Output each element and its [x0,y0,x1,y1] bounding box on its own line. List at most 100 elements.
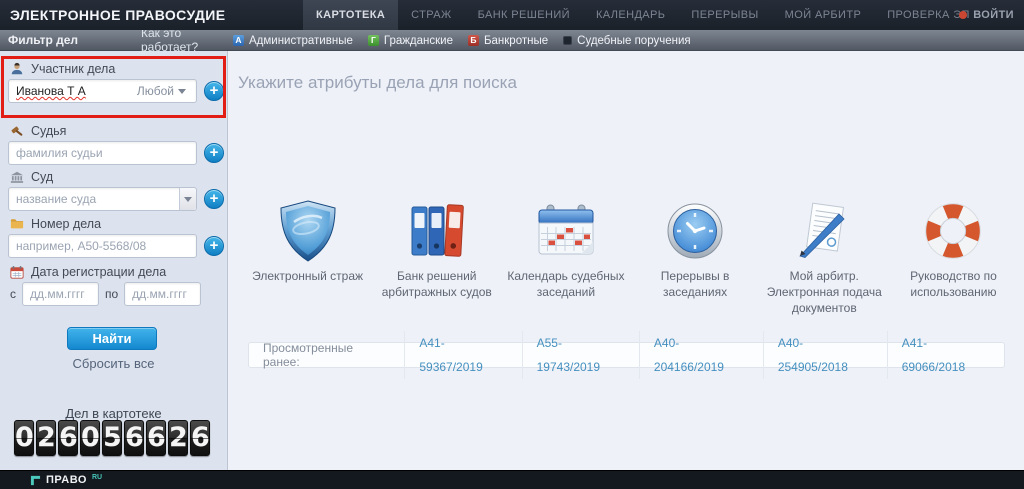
main-content: Укажите атрибуты дела для поиска [229,51,1024,470]
search-filters-sidebar: Участник дела Иванова Т А Любой + Судья … [0,51,228,470]
reg-date-section-label: Дата регистрации дела [10,265,166,279]
select-arrow[interactable] [179,188,196,210]
pravo-ru-logo[interactable]: ПРАВО RU [30,474,102,486]
case-counter-label: Дел в картотеке [0,406,227,421]
reset-all-link[interactable]: Сбросить все [0,356,227,371]
judge-row: + [8,141,224,165]
app-window: ЭЛЕКТРОННОЕ ПРАВОСУДИЕ КАРТОТЕКА СТРАЖ Б… [0,0,1024,489]
service-court-calendar[interactable]: Календарь судебных заседаний [501,199,630,317]
find-button[interactable]: Найти [67,327,157,350]
court-orders-badge-icon [563,36,572,45]
court-select[interactable]: название суда [8,187,197,211]
case-number-row: + [8,234,224,258]
footer-brand-suffix: RU [92,474,102,481]
counter-digit: 6 [190,420,210,456]
pravo-logo-icon [30,475,41,486]
participant-row: Иванова Т А Любой + [8,79,224,103]
case-number-section-label: Номер дела [10,217,101,231]
filter-bar: Фильтр дел Как это работает? А Администр… [0,30,1024,51]
participant-value[interactable]: Иванова Т А [16,84,137,98]
counter-digit: 0 [80,420,100,456]
counter-digit: 0 [14,420,34,456]
category-court-orders[interactable]: Судебные поручения [563,35,690,47]
service-label: Мой арбитр. Электронная подача документо… [760,268,889,317]
counter-digit: 2 [36,420,56,456]
tab-bank-resheniy[interactable]: БАНК РЕШЕНИЙ [465,0,583,30]
court-add-button[interactable]: + [204,189,224,209]
service-label: Календарь судебных заседаний [501,268,630,300]
gavel-icon [10,124,24,138]
how-it-works-link[interactable]: Как это работает? [141,26,233,54]
recent-case-link[interactable]: А40-204166/2019 [639,331,763,379]
counter-digit: 5 [102,420,122,456]
case-number-input[interactable] [8,234,197,258]
participant-type-dropdown[interactable]: Любой [137,84,186,98]
service-session-breaks[interactable]: Перерывы в заседаниях [631,199,760,317]
case-category-tabs: А Административные Г Гражданские Б Банкр… [233,30,691,51]
recent-case-link[interactable]: А40-254905/2018 [763,331,887,379]
recent-case-link[interactable]: А41-69066/2018 [887,331,1004,379]
court-section-label: Суд [10,170,53,184]
case-counter: 0 2 6 0 5 6 6 2 6 [14,420,210,456]
recently-viewed-bar: Просмотренные ранее: А41-59367/2019 А55-… [248,342,1005,368]
category-civil[interactable]: Г Гражданские [368,35,453,47]
civil-badge-icon: Г [368,35,379,46]
bankruptcy-badge-icon: Б [468,35,479,46]
counter-digit: 6 [58,420,78,456]
date-to-input[interactable] [124,282,201,306]
judge-input[interactable] [8,141,197,165]
category-bankruptcy[interactable]: Б Банкротные [468,35,548,47]
page-title: Укажите атрибуты дела для поиска [238,73,517,93]
judge-add-button[interactable]: + [204,143,224,163]
tab-strazh[interactable]: СТРАЖ [398,0,464,30]
app-title: ЭЛЕКТРОННОЕ ПРАВОСУДИЕ [10,0,225,30]
date-from-label: с [10,287,16,301]
footer-bar: ПРАВО RU [0,470,1024,489]
tab-pereryvy[interactable]: ПЕРЕРЫВЫ [678,0,771,30]
service-my-arbitr[interactable]: Мой арбитр. Электронная подача документо… [760,199,889,317]
courthouse-icon [10,170,24,184]
folder-icon [10,217,24,231]
date-to-label: по [105,287,118,301]
chevron-down-icon [184,197,192,202]
tab-kartoteka[interactable]: КАРТОТЕКА [303,0,398,30]
counter-digit: 2 [168,420,188,456]
service-user-guide[interactable]: Руководство по использованию [889,199,1018,317]
participant-section-label: Участник дела [10,62,115,76]
recent-case-link[interactable]: А41-59367/2019 [404,331,521,379]
participant-add-button[interactable]: + [204,81,224,101]
participant-input[interactable]: Иванова Т А Любой [8,79,197,103]
recent-case-link[interactable]: А55-19743/2019 [522,331,639,379]
login-button[interactable]: ВОЙТИ [959,0,1014,30]
counter-digit: 6 [124,420,144,456]
service-label: Банк решений арбитражных судов [372,268,501,300]
tab-moy-arbitr[interactable]: МОЙ АРБИТР [772,0,875,30]
top-navigation-bar: ЭЛЕКТРОННОЕ ПРАВОСУДИЕ КАРТОТЕКА СТРАЖ Б… [0,0,1024,30]
category-label: Административные [249,35,353,47]
counter-digit: 6 [146,420,166,456]
tab-kalendar[interactable]: КАЛЕНДАРЬ [583,0,678,30]
category-label: Судебные поручения [577,35,690,47]
clock-icon [666,199,724,263]
case-number-add-button[interactable]: + [204,236,224,256]
shield-icon [279,199,337,263]
calendar-icon [537,199,595,263]
chevron-down-icon [178,89,186,94]
category-administrative[interactable]: А Административные [233,35,353,47]
login-status-icon [959,11,967,19]
judge-section-label: Судья [10,124,66,138]
service-electronic-guard[interactable]: Электронный страж [243,199,372,317]
services-row: Электронный страж [243,199,1018,317]
category-label: Банкротные [484,35,548,47]
login-label: ВОЙТИ [973,9,1014,21]
service-decisions-bank[interactable]: Банк решений арбитражных судов [372,199,501,317]
service-label: Электронный страж [252,268,363,284]
category-label: Гражданские [384,35,453,47]
reg-date-row: с по [10,282,201,306]
court-row: название суда + [8,187,224,211]
date-from-input[interactable] [22,282,99,306]
person-icon [10,62,24,76]
main-tabs: КАРТОТЕКА СТРАЖ БАНК РЕШЕНИЙ КАЛЕНДАРЬ П… [303,0,983,30]
administrative-badge-icon: А [233,35,244,46]
filter-title: Фильтр дел [8,33,141,47]
